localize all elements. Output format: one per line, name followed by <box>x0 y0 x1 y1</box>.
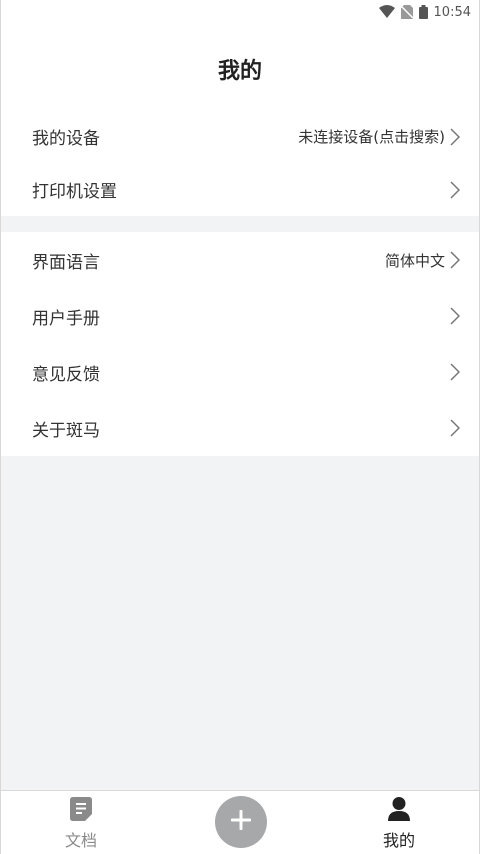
profile-screen: 10:54 我的 我的设备 未连接设备(点击搜索) 打印机设置 界面语言 简体中… <box>0 0 480 854</box>
chevron-right-icon <box>449 180 461 199</box>
tab-label: 文档 <box>64 831 97 850</box>
bottom-tab-bar: 文档 我的 <box>1 790 479 854</box>
row-value: 简体中文 <box>384 251 445 270</box>
row-value: 未连接设备(点击搜索) <box>298 128 445 146</box>
row-my-device[interactable]: 我的设备 未连接设备(点击搜索) <box>1 110 479 163</box>
row-label: 用户手册 <box>32 308 100 329</box>
chevron-right-icon <box>449 307 461 325</box>
chevron-right-icon <box>449 419 461 437</box>
row-label: 打印机设置 <box>32 182 117 202</box>
chevron-right-icon <box>449 363 461 381</box>
row-label: 界面语言 <box>32 252 100 273</box>
person-icon <box>388 797 410 825</box>
row-user-manual[interactable]: 用户手册 <box>1 288 479 344</box>
row-label: 我的设备 <box>32 129 100 149</box>
row-label: 关于斑马 <box>32 420 100 441</box>
battery-icon <box>418 5 428 19</box>
row-about[interactable]: 关于斑马 <box>1 400 479 456</box>
plus-icon <box>230 809 252 835</box>
row-label: 意见反馈 <box>32 364 100 385</box>
row-feedback[interactable]: 意见反馈 <box>1 344 479 400</box>
tab-mine[interactable]: 我的 <box>339 791 459 854</box>
settings-group-device: 我的设备 未连接设备(点击搜索) 打印机设置 <box>1 110 479 216</box>
tab-label: 我的 <box>382 831 415 850</box>
chevron-right-icon <box>449 251 461 269</box>
chevron-right-icon <box>449 127 461 146</box>
row-interface-language[interactable]: 界面语言 简体中文 <box>1 232 479 288</box>
settings-group-general: 界面语言 简体中文 用户手册 意见反馈 关于斑马 <box>1 232 479 456</box>
tab-documents[interactable]: 文档 <box>21 791 141 854</box>
status-time: 10:54 <box>433 4 471 20</box>
page-title: 我的 <box>217 59 262 84</box>
document-icon <box>70 797 92 825</box>
no-sim-icon <box>400 5 413 19</box>
wifi-icon <box>378 5 395 19</box>
page-header: 我的 <box>1 24 479 110</box>
row-printer-settings[interactable]: 打印机设置 <box>1 163 479 216</box>
status-bar: 10:54 <box>1 0 479 24</box>
add-button[interactable] <box>215 796 267 848</box>
